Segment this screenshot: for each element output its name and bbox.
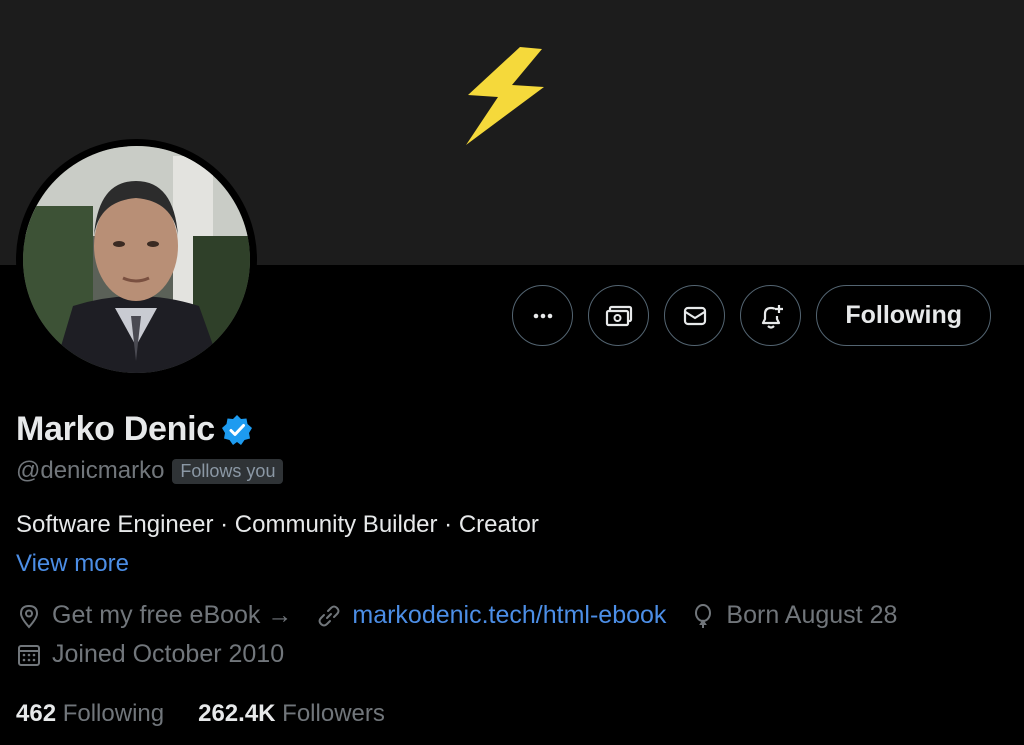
bio-text: Software Engineer · Community Builder · … (16, 511, 539, 538)
tip-button[interactable] (588, 285, 650, 346)
joined-text: Joined October 2010 (52, 640, 285, 668)
following-count: 462 (16, 700, 57, 727)
display-name: Marko Denic (16, 410, 215, 448)
location-text: Get my free eBook → (52, 601, 293, 629)
user-handle: @denicmarko (16, 457, 165, 484)
notifications-button[interactable] (740, 285, 802, 346)
view-more-link[interactable]: View more (16, 550, 129, 578)
more-dots-icon (533, 313, 553, 318)
profile-stats: 462 Following 262.4K Followers (16, 700, 419, 728)
bell-plus-icon (761, 304, 783, 329)
following-label: Following (62, 700, 165, 727)
envelope-icon (683, 306, 706, 325)
website-link[interactable]: markodenic.tech/html-ebook (352, 601, 666, 630)
message-button[interactable] (664, 285, 726, 346)
avatar[interactable] (16, 139, 257, 380)
joined-item: Joined October 2010 (16, 640, 284, 669)
followers-label: Followers (282, 700, 385, 727)
lightning-bolt-icon (466, 47, 544, 145)
balloon-icon (695, 603, 712, 628)
link-icon (318, 605, 340, 626)
follows-you-badge: Follows you (172, 458, 284, 484)
calendar-icon (18, 644, 40, 666)
following-button[interactable]: Following (816, 285, 991, 346)
following-count-link[interactable]: 462 Following (16, 700, 164, 728)
location-pin-icon (19, 604, 39, 629)
birthday-text: Born August 28 (726, 601, 898, 629)
followers-count: 262.4K (198, 700, 276, 727)
money-icon (605, 305, 632, 326)
name-row: Marko Denic (16, 410, 254, 449)
website-item[interactable]: markodenic.tech/html-ebook (316, 601, 666, 630)
profile-meta-joined: Joined October 2010 (16, 640, 308, 669)
profile-photo (23, 146, 250, 373)
more-button[interactable] (512, 285, 574, 346)
handle-row: @denicmarko Follows you (16, 457, 284, 485)
verified-badge-icon[interactable] (220, 413, 254, 447)
location-item: Get my free eBook → (16, 601, 292, 630)
birthday-item: Born August 28 (690, 601, 897, 630)
profile-meta: Get my free eBook → markodenic.tech/html… (16, 601, 921, 630)
profile-actions: Following (512, 285, 991, 346)
followers-count-link[interactable]: 262.4K Followers (198, 700, 385, 728)
